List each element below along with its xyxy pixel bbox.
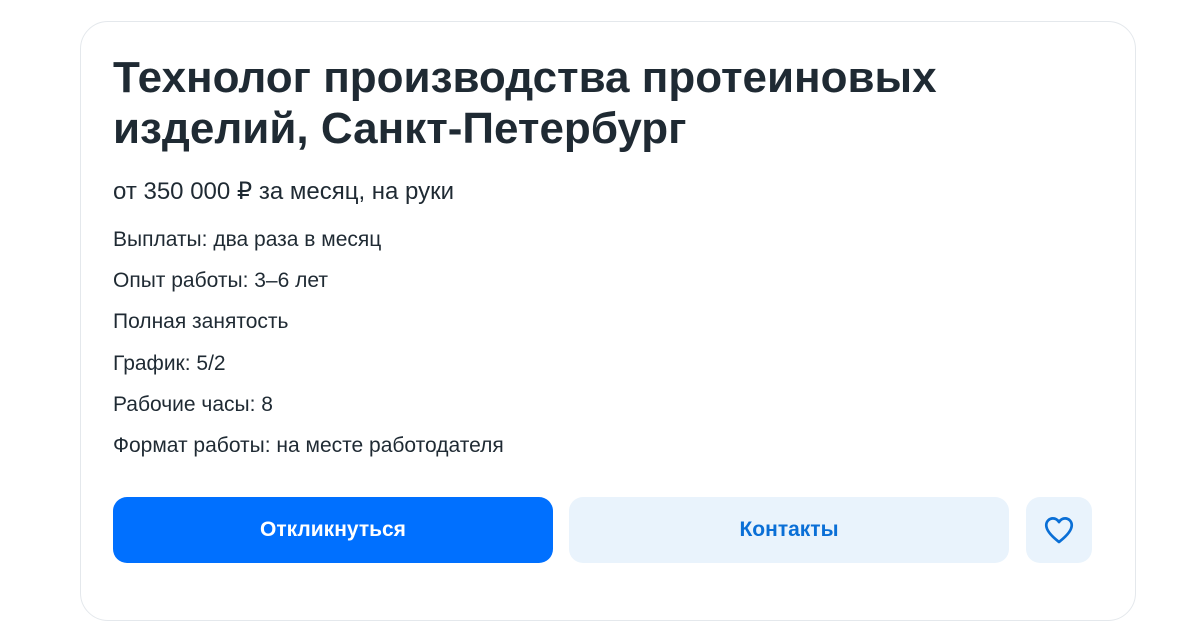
favorite-button[interactable] [1026,497,1092,563]
salary-text: от 350 000 ₽ за месяц, на руки [113,178,455,205]
heart-icon [1044,517,1074,544]
vacancy-title: Технолог производства протеиновых издели… [113,53,937,153]
detail-schedule: График: 5/2 [113,351,226,375]
contacts-button[interactable]: Контакты [569,497,1009,563]
detail-working-hours: Рабочие часы: 8 [113,392,273,416]
detail-payments: Выплаты: два раза в месяц [113,228,382,251]
vacancy-details-list: Выплаты: два раза в месяц Опыт работы: 3… [113,227,504,474]
detail-experience: Опыт работы: 3–6 лет [113,269,328,293]
detail-work-format: Формат работы: на месте работодателя [113,433,504,457]
respond-button[interactable]: Откликнуться [113,497,553,563]
detail-employment: Полная занятость [113,310,289,334]
vacancy-card: Технолог производства протеиновых издели… [80,21,1136,621]
